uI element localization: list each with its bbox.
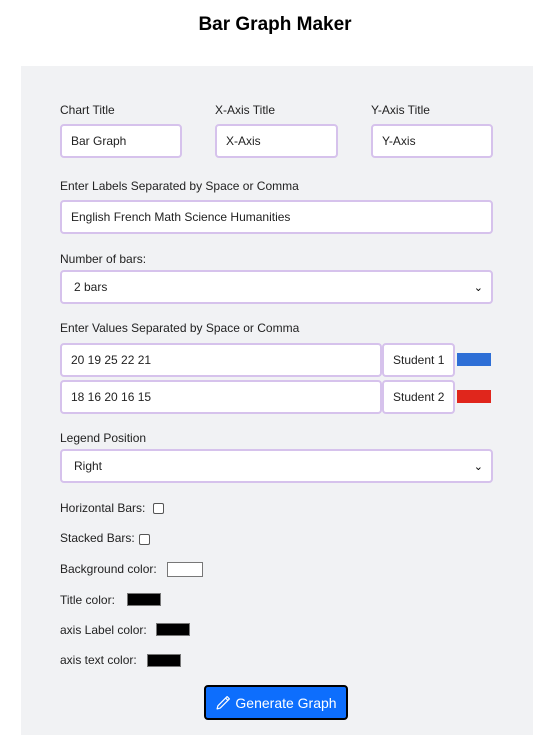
chart-title-label: Chart Title: [60, 103, 115, 117]
title-color-label: Title color:: [60, 593, 115, 607]
y-axis-title-input[interactable]: Y-Axis: [371, 124, 493, 158]
labels-input[interactable]: English French Math Science Humanities: [60, 200, 493, 234]
chevron-down-icon: ⌄: [473, 281, 483, 294]
x-axis-title-label: X-Axis Title: [215, 103, 276, 117]
series-2-values-input[interactable]: 18 16 20 16 15: [60, 380, 382, 414]
series-2-color-picker[interactable]: [457, 390, 491, 403]
horizontal-bars-label: Horizontal Bars:: [60, 501, 146, 515]
axis-text-color-label: axis text color:: [60, 653, 137, 667]
series-1-color-picker[interactable]: [457, 353, 491, 366]
generate-graph-button[interactable]: Generate Graph: [204, 685, 348, 720]
series-1-name: Student 1: [393, 353, 445, 367]
stacked-bars-checkbox[interactable]: [139, 534, 150, 545]
labels-field-label: Enter Labels Separated by Space or Comma: [60, 179, 299, 193]
legend-position-label: Legend Position: [60, 431, 147, 445]
x-axis-title-value: X-Axis: [226, 134, 261, 148]
background-color-label: Background color:: [60, 562, 157, 576]
pencil-icon: [216, 695, 231, 709]
x-axis-title-input[interactable]: X-Axis: [215, 124, 338, 158]
series-2-name: Student 2: [393, 390, 445, 404]
axis-text-color-picker[interactable]: [147, 654, 181, 667]
series-2-name-input[interactable]: Student 2: [382, 380, 455, 414]
values-field-label: Enter Values Separated by Space or Comma: [60, 321, 300, 335]
series-2-values: 18 16 20 16 15: [71, 390, 152, 404]
chart-title-value: Bar Graph: [71, 134, 127, 148]
labels-input-value: English French Math Science Humanities: [71, 210, 291, 224]
axis-label-color-label: axis Label color:: [60, 623, 147, 637]
number-of-bars-label: Number of bars:: [60, 252, 147, 266]
page-title: Bar Graph Maker: [198, 14, 352, 35]
number-of-bars-value: 2 bars: [74, 280, 108, 294]
generate-graph-label: Generate Graph: [235, 694, 337, 711]
legend-position-value: Right: [74, 459, 103, 473]
y-axis-title-value: Y-Axis: [382, 134, 416, 148]
series-1-values-input[interactable]: 20 19 25 22 21: [60, 343, 382, 377]
horizontal-bars-checkbox[interactable]: [153, 503, 164, 514]
background-color-picker[interactable]: [167, 562, 203, 577]
chart-title-input[interactable]: Bar Graph: [60, 124, 182, 158]
y-axis-title-label: Y-Axis Title: [371, 103, 430, 117]
axis-label-color-picker[interactable]: [156, 623, 190, 636]
title-color-picker[interactable]: [127, 593, 161, 606]
number-of-bars-select[interactable]: 2 bars ⌄: [60, 270, 493, 304]
series-1-values: 20 19 25 22 21: [71, 353, 152, 367]
stacked-bars-label: Stacked Bars:: [60, 531, 135, 545]
legend-position-select[interactable]: Right ⌄: [60, 449, 493, 483]
series-1-name-input[interactable]: Student 1: [382, 343, 455, 377]
chevron-down-icon: ⌄: [473, 460, 483, 473]
